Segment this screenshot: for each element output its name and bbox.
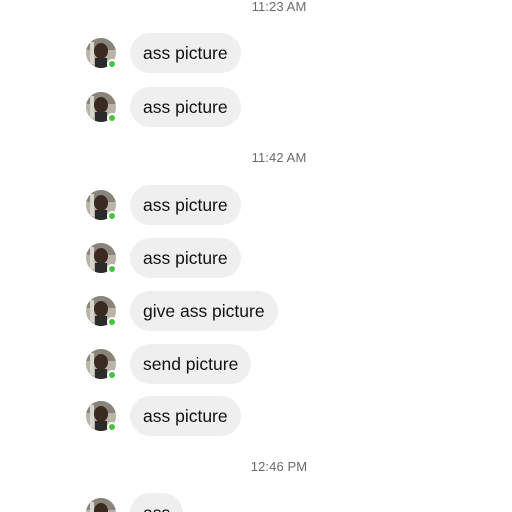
avatar-photo-icon: [86, 498, 116, 512]
message-bubble[interactable]: give ass picture: [130, 291, 278, 331]
message-bubble[interactable]: ass picture: [130, 238, 241, 278]
avatar[interactable]: [86, 498, 116, 512]
message-bubble[interactable]: ass picture: [130, 33, 241, 73]
message-bubble[interactable]: send picture: [130, 344, 252, 384]
chat-thread: 11:23 AM ass picture ass picture 11:42 A…: [0, 0, 512, 512]
avatar[interactable]: [86, 243, 117, 274]
timestamp: 11:23 AM: [251, 0, 307, 14]
message-bubble[interactable]: ass picture: [130, 87, 241, 127]
avatar[interactable]: [86, 349, 117, 380]
online-status-dot: [107, 264, 117, 274]
message-row: ass picture: [0, 87, 512, 127]
message-row: ass picture: [0, 238, 512, 278]
online-status-dot: [107, 370, 117, 380]
online-status-dot: [107, 59, 117, 69]
avatar[interactable]: [86, 401, 117, 432]
message-bubble[interactable]: ass picture: [130, 396, 241, 436]
avatar[interactable]: [86, 92, 117, 123]
avatar[interactable]: [86, 38, 117, 69]
online-status-dot: [107, 317, 117, 327]
message-row: ass picture: [0, 33, 512, 73]
message-row: ass picture: [0, 396, 512, 436]
message-bubble[interactable]: ass picture: [130, 185, 241, 225]
message-row: give ass picture: [0, 291, 512, 331]
avatar[interactable]: [86, 296, 117, 327]
message-bubble[interactable]: ass: [130, 493, 184, 512]
online-status-dot: [107, 211, 117, 221]
message-row: send picture: [0, 344, 512, 384]
online-status-dot: [107, 422, 117, 432]
message-row: ass: [0, 493, 512, 512]
avatar[interactable]: [86, 190, 117, 221]
timestamp: 11:42 AM: [251, 150, 307, 165]
message-row: ass picture: [0, 185, 512, 225]
online-status-dot: [107, 113, 117, 123]
timestamp: 12:46 PM: [250, 459, 308, 474]
